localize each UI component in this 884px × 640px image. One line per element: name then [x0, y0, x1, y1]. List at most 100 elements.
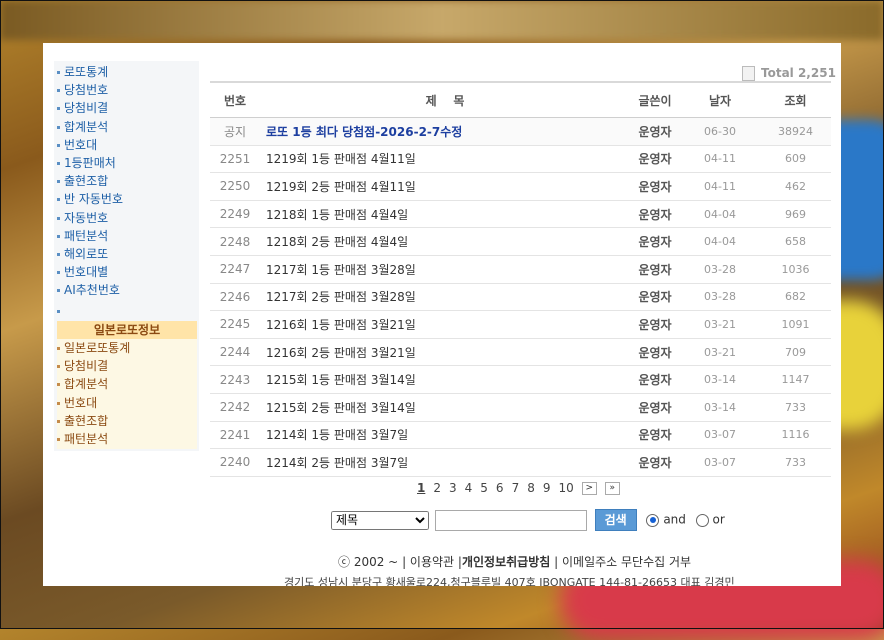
sidebar-item-4[interactable]: 번호대: [57, 136, 97, 154]
post-title-link[interactable]: 1214회 2등 판매점 3월7일: [260, 448, 630, 477]
header-date: 날자: [680, 81, 760, 118]
post-author: 운영자: [630, 283, 680, 312]
bullet-icon: [57, 71, 60, 74]
board-table: 번호 제 목 글쓴이 날자 조회 공지 로또 1등 최다 당첨점-2026-2-…: [210, 81, 831, 477]
table-row[interactable]: 2241 1214회 1등 판매점 3월7일 운영자 03-07 1116: [210, 421, 831, 450]
table-row[interactable]: 2240 1214회 2등 판매점 3월7일 운영자 03-07 733: [210, 448, 831, 477]
page-link[interactable]: 10: [558, 481, 573, 495]
sidebar-item-label: 출현조합: [64, 174, 109, 189]
and-radio[interactable]: [646, 513, 660, 527]
table-row[interactable]: 2248 1218회 2등 판매점 4월4일 운영자 04-04 658: [210, 227, 831, 256]
pagination: 1 2 3 4 5 6 7 8 9 10 > »: [417, 481, 628, 495]
page-link[interactable]: 7: [512, 481, 520, 495]
sidebar-item-7[interactable]: 반 자동번호: [57, 190, 123, 208]
japan-menu-item-5[interactable]: 패턴분석: [57, 430, 108, 448]
page-link[interactable]: 4: [465, 481, 473, 495]
post-title-link[interactable]: 1215회 2등 판매점 3월14일: [260, 393, 630, 422]
post-title-link[interactable]: 1216회 1등 판매점 3월21일: [260, 310, 630, 339]
sidebar-item-0[interactable]: 로또통계: [57, 63, 108, 81]
sidebar-item-5[interactable]: 1등판매처: [57, 154, 116, 172]
sidebar-item-label: 반 자동번호: [64, 192, 124, 207]
sidebar-item-9[interactable]: 패턴분석: [57, 227, 108, 245]
search-bar: 제목 검색 and or: [331, 509, 725, 531]
page-link[interactable]: 5: [480, 481, 488, 495]
table-row[interactable]: 2243 1215회 1등 판매점 3월14일 운영자 03-14 1147: [210, 365, 831, 394]
or-radio[interactable]: [695, 513, 709, 527]
sidebar-item-label: 합계분석: [64, 119, 109, 134]
bullet-icon: [57, 143, 60, 147]
post-author: 운영자: [630, 255, 680, 284]
page-link[interactable]: 1: [417, 481, 425, 495]
bullet-icon: [57, 180, 60, 184]
post-author: 운영자: [630, 338, 680, 367]
page-link[interactable]: 3: [449, 481, 457, 495]
page-link[interactable]: 9: [543, 481, 551, 495]
japan-menu-item-0[interactable]: 일본로또통계: [57, 339, 130, 357]
post-title-link[interactable]: 1214회 1등 판매점 3월7일: [260, 421, 630, 450]
sidebar-item-11[interactable]: 번호대별: [57, 263, 108, 281]
sidebar-item-10[interactable]: 해외로또: [57, 245, 108, 263]
bullet-icon: [57, 125, 60, 129]
post-title-link[interactable]: 1216회 2등 판매점 3월21일: [260, 338, 630, 367]
search-field-select[interactable]: 제목: [331, 510, 429, 530]
page-link[interactable]: 2: [433, 481, 441, 495]
sidebar-item-3[interactable]: 합계분석: [57, 118, 108, 136]
table-row[interactable]: 2245 1216회 1등 판매점 3월21일 운영자 03-21 1091: [210, 310, 831, 339]
footer: ⓒ 2002 ~ | 이용약관 |개인정보취급방침 | 이메일주소 무단수집 거…: [43, 553, 841, 586]
notice-row[interactable]: 공지 로또 1등 최다 당첨점-2026-2-7수정 운영자 06-30 389…: [210, 117, 831, 146]
post-title-link[interactable]: 1218회 1등 판매점 4월4일: [260, 200, 630, 229]
table-row[interactable]: 2244 1216회 2등 판매점 3월21일 운영자 03-21 709: [210, 338, 831, 367]
post-title-link[interactable]: 1219회 1등 판매점 4월11일: [260, 145, 630, 174]
table-header-row: 번호 제 목 글쓴이 날자 조회: [210, 81, 831, 118]
last-page-icon[interactable]: »: [604, 482, 620, 495]
sidebar-item-label: 로또통계: [64, 65, 109, 79]
sidebar-item-label: AI추천번호: [64, 283, 120, 298]
copyright: ⓒ 2002 ~: [338, 555, 399, 569]
table-row[interactable]: 2250 1219회 2등 판매점 4월11일 운영자 04-11 462: [210, 172, 831, 201]
post-number: 2246: [210, 283, 260, 312]
post-views: 1036: [760, 255, 831, 284]
sidebar-spacer-bullet: [57, 302, 64, 320]
sidebar-item-8[interactable]: 자동번호: [57, 209, 108, 227]
japan-menu-item-3[interactable]: 번호대: [57, 394, 97, 412]
post-number: 2250: [210, 172, 260, 201]
post-date: 03-21: [680, 310, 760, 339]
post-title-link[interactable]: 1217회 1등 판매점 3월28일: [260, 255, 630, 284]
table-row[interactable]: 2249 1218회 1등 판매점 4월4일 운영자 04-04 969: [210, 200, 831, 229]
table-row[interactable]: 2246 1217회 2등 판매점 3월28일 운영자 03-28 682: [210, 283, 831, 312]
header-author: 글쓴이: [630, 81, 680, 118]
post-views: 609: [760, 145, 831, 174]
post-title-link[interactable]: 1217회 2등 판매점 3월28일: [260, 283, 630, 312]
document-icon: [742, 66, 755, 81]
post-title-link[interactable]: 1215회 1등 판매점 3월14일: [260, 365, 630, 394]
bullet-icon: [57, 401, 60, 405]
privacy-link[interactable]: 개인정보취급방침: [462, 555, 550, 569]
and-label: and: [663, 512, 686, 527]
table-row[interactable]: 2251 1219회 1등 판매점 4월11일 운영자 04-11 609: [210, 145, 831, 174]
japan-menu-item-2[interactable]: 합계분석: [57, 375, 108, 393]
table-row[interactable]: 2247 1217회 1등 판매점 3월28일 운영자 03-28 1036: [210, 255, 831, 284]
page-link[interactable]: 6: [496, 481, 504, 495]
sidebar-item-1[interactable]: 당첨번호: [57, 81, 108, 99]
japan-menu-item-4[interactable]: 출현조합: [57, 412, 108, 430]
post-number: 2244: [210, 338, 260, 367]
page-link[interactable]: 8: [527, 481, 535, 495]
email-refusal-link[interactable]: 이메일주소 무단수집 거부: [562, 555, 691, 569]
sidebar-item-12[interactable]: AI추천번호: [57, 281, 120, 299]
japan-menu-item-1[interactable]: 당첨비결: [57, 357, 108, 375]
search-input[interactable]: [434, 509, 587, 531]
post-title-link[interactable]: 1219회 2등 판매점 4월11일: [260, 172, 630, 201]
bullet-icon: [57, 438, 60, 441]
terms-link[interactable]: 이용약관: [410, 555, 454, 569]
next-page-icon[interactable]: >: [581, 482, 597, 495]
sidebar-item-6[interactable]: 출현조합: [57, 172, 108, 190]
notice-title-link[interactable]: 로또 1등 최다 당첨점-2026-2-7수정: [260, 117, 630, 146]
post-number: 2243: [210, 365, 260, 394]
post-title-link[interactable]: 1218회 2등 판매점 4월4일: [260, 227, 630, 256]
post-views: 1116: [760, 421, 831, 450]
sidebar: 일본로또정보 일본로또통계 당첨비결 합계분석 번호대 출현조합 패턴분석 로또통계 당첨번…: [54, 61, 199, 451]
search-button[interactable]: 검색: [594, 509, 637, 531]
table-row[interactable]: 2242 1215회 2등 판매점 3월14일 운영자 03-14 733: [210, 393, 831, 422]
post-author: 운영자: [630, 227, 680, 256]
sidebar-item-2[interactable]: 당첨비결: [57, 99, 108, 117]
